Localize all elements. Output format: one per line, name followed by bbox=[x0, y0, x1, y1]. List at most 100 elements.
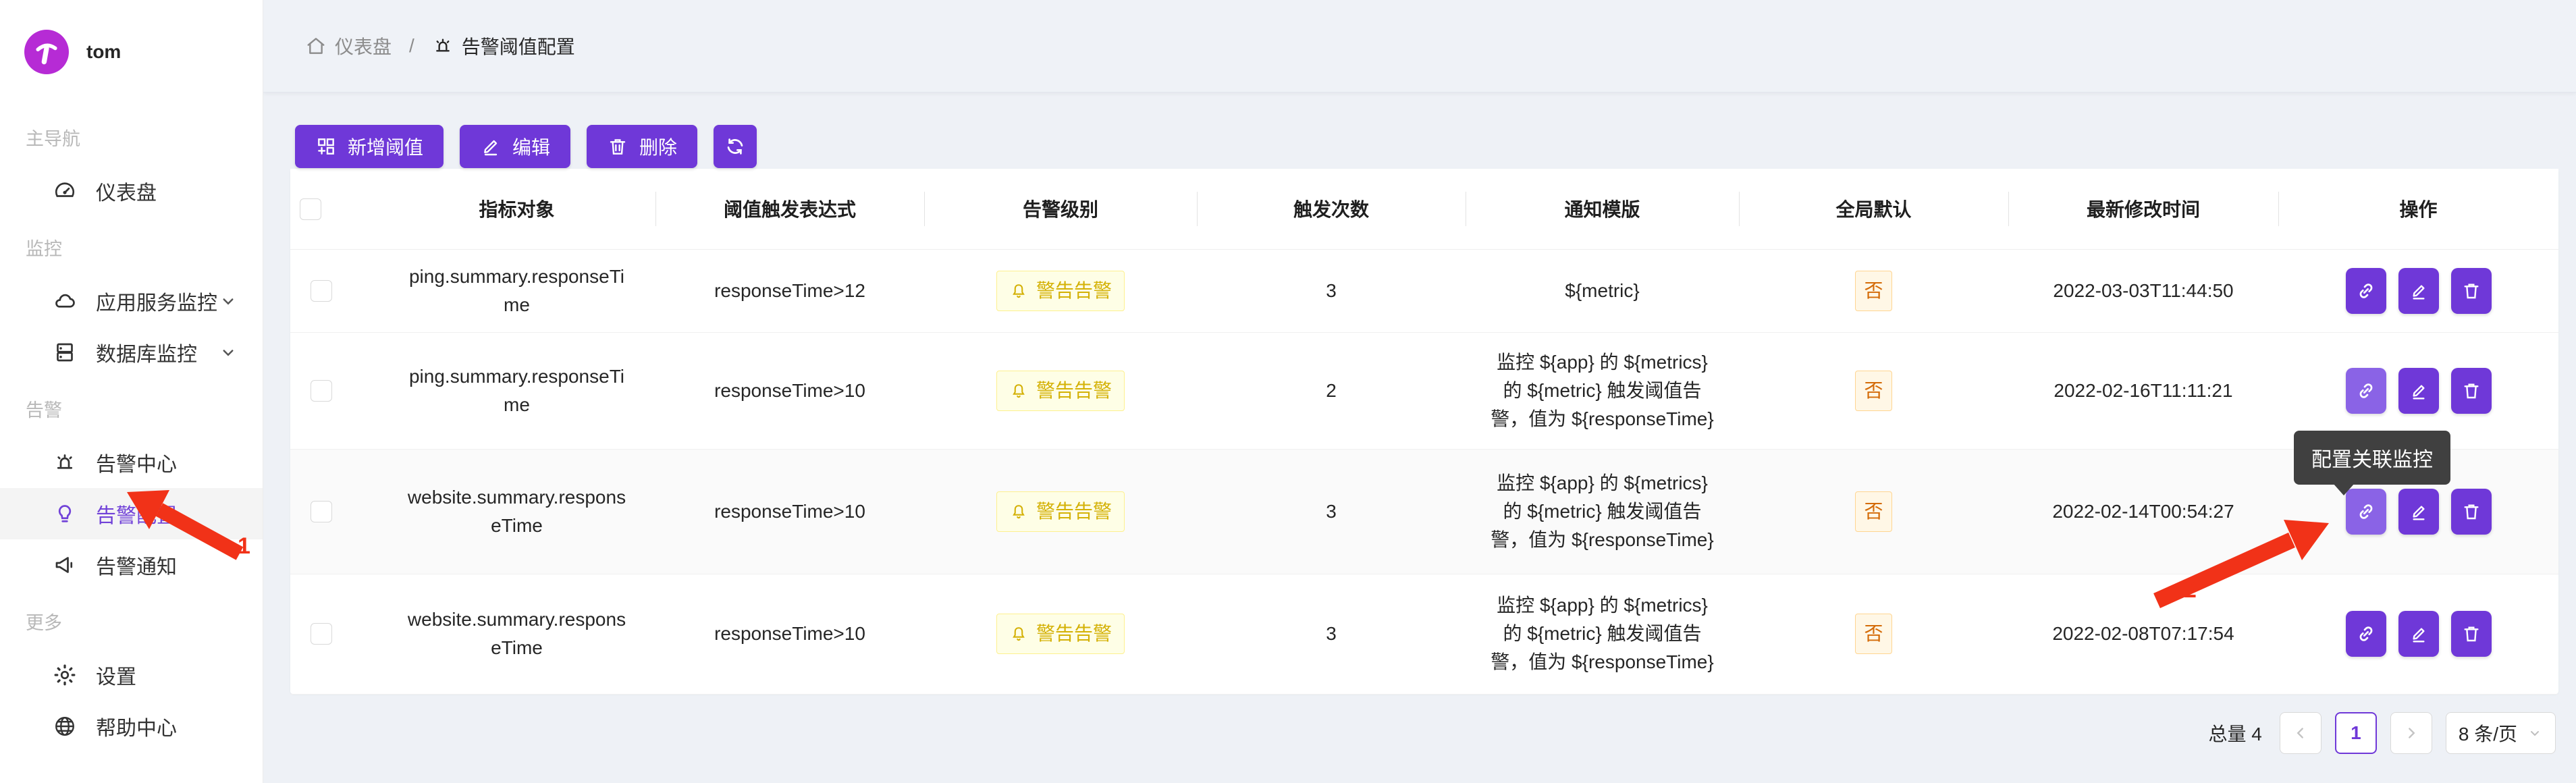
sidebar-item-help-center[interactable]: 帮助中心 bbox=[0, 701, 263, 752]
global-default-badge: 否 bbox=[1855, 614, 1891, 654]
bulb-icon bbox=[53, 502, 77, 526]
database-icon bbox=[53, 340, 77, 364]
table-row: ping.summary.responseTime responseTime>1… bbox=[290, 249, 2558, 332]
header-global-default: 全局默认 bbox=[1739, 169, 2008, 249]
edit-row-button[interactable] bbox=[2398, 489, 2439, 535]
sidebar-item-alert-config[interactable]: 告警配置 bbox=[0, 488, 263, 539]
cell-metric: website.summary.responseTime bbox=[406, 605, 628, 662]
prev-page-button[interactable] bbox=[2280, 712, 2322, 754]
row-checkbox[interactable] bbox=[311, 380, 332, 402]
warn-level-label: 警告告警 bbox=[1036, 277, 1112, 305]
bell-icon bbox=[1009, 281, 1028, 300]
annotation-number-1: 1 bbox=[238, 533, 250, 560]
gear-icon bbox=[53, 663, 77, 687]
cell-modified: 2022-02-08T07:17:54 bbox=[2008, 574, 2278, 694]
nav-group-alert: 告警 bbox=[0, 378, 263, 437]
refresh-button[interactable] bbox=[714, 125, 757, 168]
sidebar-item-alert-center[interactable]: 告警中心 bbox=[0, 437, 263, 488]
alarm-light-icon bbox=[53, 450, 77, 475]
total-count-label: 总量 4 bbox=[2209, 720, 2262, 747]
warn-level-badge: 警告告警 bbox=[996, 491, 1125, 532]
cell-expression: responseTime>10 bbox=[655, 332, 924, 449]
cell-times: 2 bbox=[1197, 332, 1466, 449]
select-all-checkbox[interactable] bbox=[300, 198, 321, 220]
cell-template: ${metric} bbox=[1488, 277, 1717, 305]
nav-group-monitor: 监控 bbox=[0, 217, 263, 275]
chevron-down-icon bbox=[218, 342, 238, 362]
threshold-table-card: 指标对象 阈值触发表达式 告警级别 触发次数 通知模版 全局默认 最新修改时间 … bbox=[290, 169, 2558, 694]
warn-level-badge: 警告告警 bbox=[996, 271, 1125, 311]
trash-icon bbox=[2461, 623, 2482, 645]
delete-row-button[interactable] bbox=[2451, 268, 2492, 314]
cell-expression: responseTime>10 bbox=[655, 449, 924, 574]
sidebar-item-database-monitor[interactable]: 数据库监控 bbox=[0, 327, 263, 378]
sidebar-item-label: 告警通知 bbox=[96, 550, 177, 580]
breadcrumb-alert-threshold-config: 告警阈值配置 bbox=[432, 32, 575, 59]
edit-label: 编辑 bbox=[512, 133, 550, 160]
edit-row-button[interactable] bbox=[2398, 368, 2439, 414]
cell-expression: responseTime>12 bbox=[655, 249, 924, 332]
delete-label: 删除 bbox=[639, 133, 677, 160]
edit-button[interactable]: 编辑 bbox=[460, 125, 570, 168]
username: tom bbox=[86, 41, 121, 63]
trash-icon bbox=[607, 136, 628, 157]
header-actions: 操作 bbox=[2278, 169, 2558, 249]
sidebar-item-dashboard[interactable]: 仪表盘 bbox=[0, 165, 263, 217]
sidebar-item-alert-notify[interactable]: 告警通知 bbox=[0, 539, 263, 591]
app-logo bbox=[24, 30, 69, 74]
warn-level-badge: 警告告警 bbox=[996, 614, 1125, 654]
header-expression: 阈值触发表达式 bbox=[655, 169, 924, 249]
user-profile[interactable]: tom bbox=[0, 0, 263, 74]
link-icon bbox=[2355, 280, 2377, 302]
delete-button[interactable]: 删除 bbox=[587, 125, 697, 168]
row-checkbox[interactable] bbox=[311, 501, 332, 522]
header-metric: 指标对象 bbox=[378, 169, 655, 249]
sidebar-item-label: 数据库监控 bbox=[96, 338, 197, 367]
table-row: ping.summary.responseTime responseTime>1… bbox=[290, 332, 2558, 449]
threshold-table: 指标对象 阈值触发表达式 告警级别 触发次数 通知模版 全局默认 最新修改时间 … bbox=[290, 169, 2558, 695]
cell-template: 监控 ${app} 的 ${metrics} 的 ${metric} 触发阈值告… bbox=[1488, 348, 1717, 433]
sidebar-item-app-service-monitor[interactable]: 应用服务监控 bbox=[0, 275, 263, 327]
link-monitor-button[interactable] bbox=[2346, 368, 2386, 414]
warn-level-label: 警告告警 bbox=[1036, 620, 1112, 648]
megaphone-icon bbox=[53, 553, 77, 577]
edit-row-button[interactable] bbox=[2398, 268, 2439, 314]
row-checkbox[interactable] bbox=[311, 280, 332, 302]
breadcrumb-dashboard[interactable]: 仪表盘 bbox=[305, 32, 392, 59]
sidebar-item-label: 仪表盘 bbox=[96, 176, 157, 206]
nav-group-more: 更多 bbox=[0, 591, 263, 649]
link-monitor-button[interactable] bbox=[2346, 268, 2386, 314]
dashboard-icon bbox=[53, 179, 77, 203]
page-size-select[interactable]: 8 条/页 bbox=[2446, 712, 2556, 754]
cell-template: 监控 ${app} 的 ${metrics} 的 ${metric} 触发阈值告… bbox=[1488, 469, 1717, 554]
page-number-button[interactable]: 1 bbox=[2335, 712, 2377, 754]
link-monitor-button[interactable] bbox=[2346, 611, 2386, 657]
add-threshold-button[interactable]: 新增阈值 bbox=[295, 125, 444, 168]
warn-level-label: 警告告警 bbox=[1036, 377, 1112, 405]
trash-icon bbox=[2461, 380, 2482, 402]
table-row: website.summary.responseTime responseTim… bbox=[290, 449, 2558, 574]
cell-modified: 2022-02-14T00:54:27 bbox=[2008, 449, 2278, 574]
sidebar-nav: 主导航 仪表盘 监控 应用服务监控 数据库 bbox=[0, 107, 263, 752]
next-page-button[interactable] bbox=[2390, 712, 2432, 754]
link-icon bbox=[2355, 501, 2377, 522]
trash-icon bbox=[2461, 280, 2482, 302]
edit-row-button[interactable] bbox=[2398, 611, 2439, 657]
sidebar-item-settings[interactable]: 设置 bbox=[0, 649, 263, 701]
sidebar-item-label: 设置 bbox=[96, 660, 136, 690]
row-checkbox[interactable] bbox=[311, 623, 332, 645]
breadcrumb-separator: / bbox=[404, 35, 420, 57]
header-template: 通知模版 bbox=[1466, 169, 1739, 249]
pagination: 总量 4 1 8 条/页 bbox=[2209, 712, 2556, 754]
delete-row-button[interactable] bbox=[2451, 611, 2492, 657]
breadcrumb-label: 仪表盘 bbox=[335, 32, 392, 59]
bell-icon bbox=[1009, 624, 1028, 643]
delete-row-button[interactable] bbox=[2451, 368, 2492, 414]
delete-row-button[interactable] bbox=[2451, 489, 2492, 535]
chevron-left-icon bbox=[2292, 724, 2309, 742]
topbar: 仪表盘 / 告警阈值配置 bbox=[263, 0, 2576, 92]
sidebar-item-label: 帮助中心 bbox=[96, 711, 177, 741]
breadcrumb: 仪表盘 / 告警阈值配置 bbox=[305, 32, 575, 59]
warn-level-badge: 警告告警 bbox=[996, 371, 1125, 411]
cell-template: 监控 ${app} 的 ${metrics} 的 ${metric} 触发阈值告… bbox=[1488, 591, 1717, 676]
